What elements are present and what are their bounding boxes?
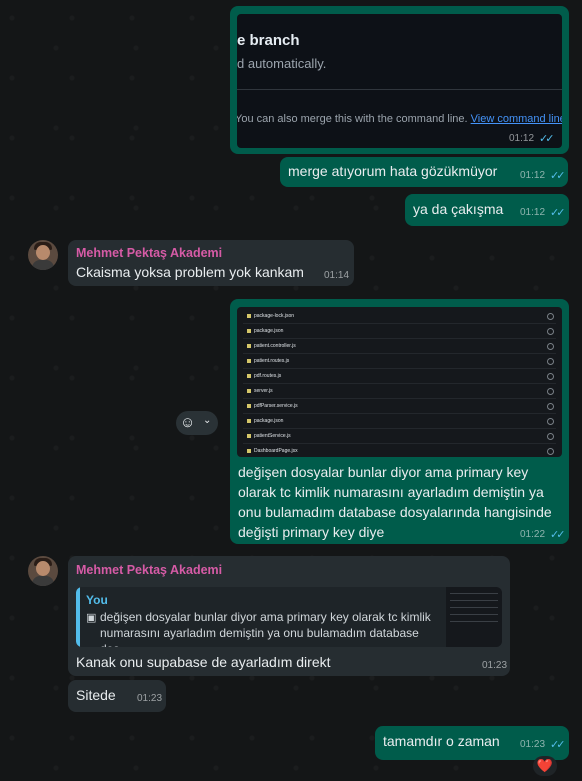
file-icon — [247, 313, 251, 318]
add-reaction-button[interactable]: ☺ ⌄ — [176, 411, 218, 435]
screenshot-subtitle: d automatically. — [237, 56, 327, 71]
file-status-icon — [547, 328, 554, 335]
file-row: package.json — [243, 324, 556, 339]
message-text: tamamdır o zaman — [383, 733, 500, 749]
file-icon — [247, 418, 251, 423]
file-name: patient.routes.js — [254, 358, 290, 364]
file-row: pdf.routes.js — [243, 369, 556, 384]
file-row: DashboardPage.jsx — [243, 444, 556, 457]
emoji-icon: ☺ — [180, 414, 196, 431]
quote-author: You — [86, 593, 108, 607]
file-icon — [247, 358, 251, 363]
file-name: DashboardPage.jsx — [254, 448, 298, 454]
file-status-icon — [547, 448, 554, 455]
file-row: patientService.js — [243, 429, 556, 444]
message-time: 01:23 — [520, 739, 546, 750]
read-ticks-icon: ✓✓ — [539, 133, 555, 145]
file-icon — [247, 403, 251, 408]
message-time: 01:12 — [520, 170, 546, 181]
message-time: 01:23 — [482, 660, 508, 671]
quote-text: değişen dosyalar bunlar diyor ama primar… — [100, 610, 431, 647]
read-ticks-icon: ✓✓ — [550, 739, 566, 751]
github-merge-screenshot[interactable]: e branch d automatically. You can also m… — [237, 14, 562, 148]
message-time: 01:23 — [137, 693, 163, 704]
message-text: ya da çakışma — [413, 201, 504, 217]
screenshot-title: e branch — [237, 32, 300, 49]
file-status-icon — [547, 433, 554, 440]
message-time: 01:14 — [324, 270, 350, 281]
read-ticks-icon: ✓✓ — [550, 529, 566, 541]
file-status-icon — [547, 358, 554, 365]
file-name: package.json — [254, 328, 284, 334]
avatar[interactable] — [28, 556, 58, 586]
file-status-icon — [547, 373, 554, 380]
avatar[interactable] — [28, 240, 58, 270]
chevron-down-icon: ⌄ — [203, 415, 212, 426]
message-time: 01:12 — [509, 133, 535, 144]
file-name: patientService.js — [254, 433, 291, 439]
file-icon — [247, 388, 251, 393]
screenshot-divider — [237, 89, 562, 90]
message-time: 01:22 — [520, 529, 546, 540]
file-row: package-lock.json — [243, 309, 556, 324]
file-icon — [247, 343, 251, 348]
screenshot-footer: You can also merge this with the command… — [237, 113, 562, 125]
file-row: server.js — [243, 384, 556, 399]
file-name: package-lock.json — [254, 313, 295, 319]
file-name: package.json — [254, 418, 284, 424]
view-command-line-link: View command line — [470, 113, 562, 125]
file-status-icon — [547, 343, 554, 350]
file-icon — [247, 433, 251, 438]
heart-reaction-icon[interactable]: ❤️ — [533, 756, 557, 776]
file-name: pdfParser.service.js — [254, 403, 298, 409]
message-text: Sitede — [76, 687, 116, 703]
file-row: package.json — [243, 414, 556, 429]
file-icon — [247, 448, 251, 453]
file-name: server.js — [254, 388, 273, 394]
changed-files-screenshot[interactable]: package-lock.json package.json patient.con… — [237, 307, 562, 457]
message-time: 01:12 — [520, 207, 546, 218]
quoted-message[interactable]: You ▣ değişen dosyalar bunlar diyor ama … — [76, 587, 502, 647]
file-status-icon — [547, 403, 554, 410]
file-status-icon — [547, 418, 554, 425]
sender-name[interactable]: Mehmet Pektaş Akademi — [76, 563, 222, 577]
file-status-icon — [547, 313, 554, 320]
file-name: patient.controller.js — [254, 343, 296, 349]
file-row: pdfParser.service.js — [243, 399, 556, 414]
read-ticks-icon: ✓✓ — [550, 207, 566, 219]
message-text: merge atıyorum hata gözükmüyor — [288, 163, 498, 179]
message-text: Ckaisma yoksa problem yok kankam — [76, 264, 304, 280]
file-status-icon — [547, 388, 554, 395]
sender-name[interactable]: Mehmet Pektaş Akademi — [76, 246, 222, 260]
file-icon — [247, 328, 251, 333]
image-icon: ▣ — [86, 612, 97, 624]
file-row: patient.controller.js — [243, 339, 556, 354]
quote-accent-bar — [76, 587, 80, 647]
message-text: Kanak onu supabase de ayarladım direkt — [76, 654, 331, 670]
read-ticks-icon: ✓✓ — [550, 170, 566, 182]
file-icon — [247, 373, 251, 378]
message-text: değişen dosyalar bunlar diyor ama primar… — [238, 464, 552, 540]
file-row: patient.routes.js — [243, 354, 556, 369]
file-name: pdf.routes.js — [254, 373, 282, 379]
quote-thumbnail — [446, 587, 502, 647]
